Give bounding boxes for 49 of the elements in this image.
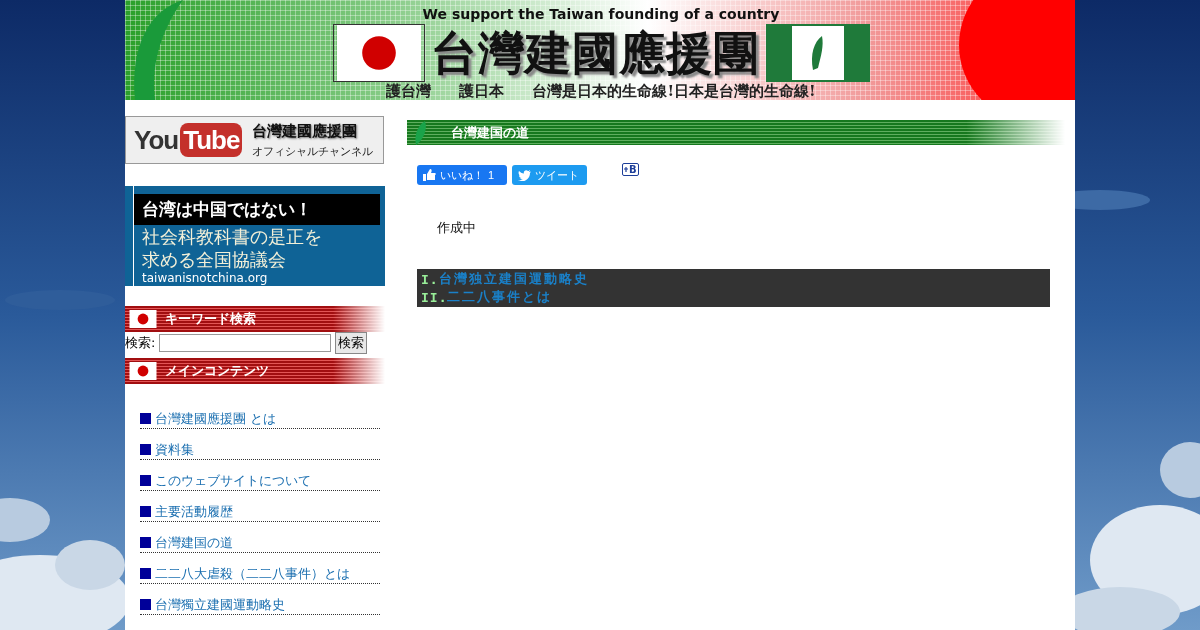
channel-title: 台灣建國應援團 <box>252 121 359 141</box>
banner-motto: 台灣是日本的生命線!日本是台灣的生命線! <box>532 82 816 100</box>
bookmark-button[interactable]: B <box>622 163 639 176</box>
flag-icon <box>332 24 425 82</box>
tweet-button[interactable]: ツイート <box>512 165 587 185</box>
ad-headline: 台湾は中国ではない！ <box>134 194 380 225</box>
list-numeral: I. <box>421 271 439 287</box>
nav-link[interactable]: 台灣獨立建國運動略史 <box>155 596 285 614</box>
channel-subtitle: オフィシャルチャンネル <box>252 143 374 159</box>
banner-motto: 護台灣 <box>386 82 432 100</box>
ad-text: 社会科教科書の是正を <box>141 225 323 248</box>
banner-motto: 護日本 <box>459 82 505 100</box>
square-bullet-icon <box>140 568 151 579</box>
ad-text: 求める全国協議会 <box>141 248 287 271</box>
square-bullet-icon <box>140 537 151 548</box>
nav-link[interactable]: 主要活動履歴 <box>155 503 233 521</box>
flag-icon <box>129 310 157 328</box>
like-button[interactable]: いいね！ 1 <box>417 165 507 185</box>
bird-icon <box>518 169 531 181</box>
youtube-logo: You Tube <box>134 123 243 157</box>
search-label: 検索: <box>125 334 156 352</box>
banner-tagline: We support the Taiwan founding of a country <box>422 5 780 22</box>
nav-link[interactable]: 二二八大虐殺（二二八事件）とは <box>155 565 350 583</box>
site-title: 台灣建國應援團 <box>430 25 760 81</box>
plus-icon <box>624 166 629 173</box>
search-field[interactable] <box>159 334 332 352</box>
square-bullet-icon <box>140 506 151 517</box>
body-text: 作成中 <box>437 219 477 237</box>
ad-banner[interactable]: 台湾は中国ではない！ 社会科教科書の是正を 求める全国協議会 taiwanisnotchina.org <box>125 186 385 286</box>
nav-link[interactable]: 台灣建國應援團 とは <box>155 410 277 428</box>
square-bullet-icon <box>140 413 151 424</box>
flag-icon <box>129 362 157 380</box>
flag-icon <box>765 24 870 82</box>
nav-link[interactable]: 台灣建国の道 <box>155 534 233 552</box>
square-bullet-icon <box>140 599 151 610</box>
list-numeral: II. <box>421 289 448 305</box>
ad-url: taiwanisnotchina.org <box>141 271 269 285</box>
leaf-icon <box>413 119 429 146</box>
toc-link[interactable]: 台灣独立建国運動略史 <box>438 270 589 288</box>
page-heading: 台灣建国の道 <box>451 123 529 142</box>
nav-link[interactable]: 資料集 <box>155 441 194 459</box>
thumbs-up-icon <box>423 169 436 181</box>
square-bullet-icon <box>140 475 151 486</box>
square-bullet-icon <box>140 444 151 455</box>
toc-link[interactable]: 二二八事件とは <box>447 288 553 306</box>
section-title: キーワード検索 <box>165 310 256 328</box>
section-title: メインコンテンツ <box>165 362 269 380</box>
search-button[interactable]: 検索 <box>335 332 368 354</box>
nav-link[interactable]: このウェブサイトについて <box>155 472 311 490</box>
